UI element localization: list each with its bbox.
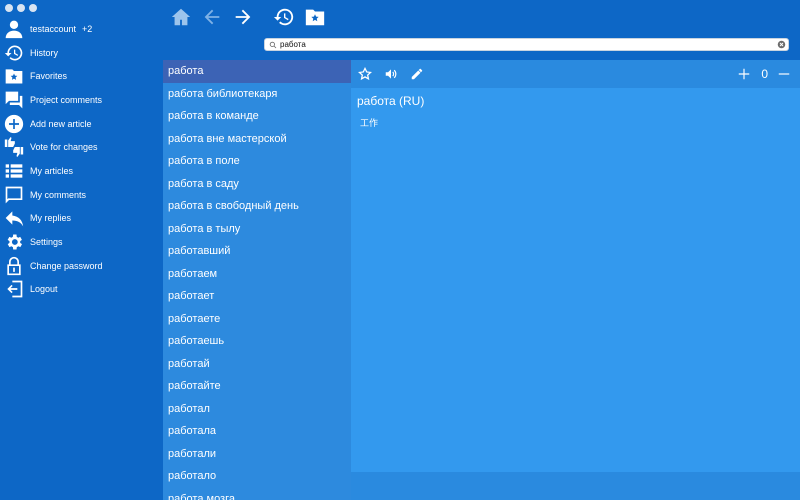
history-icon [4,43,24,63]
sidebar-item-account[interactable]: testaccount +2 [0,17,162,41]
sidebar-item-add-new-article[interactable]: Add new article [0,112,162,136]
star-folder-icon [4,66,24,86]
word-list-item[interactable]: работали [163,443,351,466]
article-detail: 0 работа (RU) 工作 [351,60,800,500]
word-list-item[interactable]: работа в поле [163,150,351,173]
sidebar-item-label: testaccount [30,23,77,34]
sidebar-item-vote-for-changes[interactable]: Vote for changes [0,135,162,159]
favorite-button[interactable] [356,65,374,83]
sidebar-item-label: My replies [30,213,72,224]
word-list-item[interactable]: работаете [163,308,351,331]
word-list-item[interactable]: работавший [163,240,351,263]
history-icon [273,8,294,26]
minus-icon [778,73,790,75]
user-icon [4,19,24,39]
sidebar-item-favorites[interactable]: Favorites [0,64,162,88]
word-list-item[interactable]: работаешь [163,330,351,353]
sidebar-item-label: Add new article [30,118,92,129]
word-list-item[interactable]: работайте [163,375,351,398]
word-list-item[interactable]: работа в свободный день [163,195,351,218]
article-footer-bar [351,472,800,500]
history-button[interactable] [272,5,296,29]
word-list-item[interactable]: работа библиотекаря [163,83,351,106]
forward-button[interactable] [231,5,255,29]
arrow-left-icon [204,9,220,25]
back-button[interactable] [200,5,224,29]
search-icon [267,39,279,50]
pencil-icon [411,68,423,80]
reply-icon [4,208,24,228]
plus-icon [738,68,750,80]
list-icon [4,161,24,181]
word-list-item[interactable]: работа в тылу [163,218,351,241]
comment-icon [4,185,24,205]
minimize-window-icon[interactable] [17,4,25,12]
sidebar-item-label: Settings [30,237,63,248]
clear-search-icon[interactable] [776,40,786,50]
sidebar-item-my-comments[interactable]: My comments [0,183,162,207]
sidebar-item-logout[interactable]: Logout [0,278,162,302]
search-input[interactable] [279,39,776,50]
word-list-item[interactable]: работа вне мастерской [163,128,351,151]
sidebar-item-my-articles[interactable]: My articles [0,159,162,183]
chat-bubbles-icon [4,90,24,110]
window-controls [5,4,37,12]
word-list: работа работа библиотекаря работа в команд… [163,60,351,500]
vote-up-button[interactable] [735,65,753,83]
word-list-item[interactable]: работай [163,353,351,376]
word-list-item[interactable]: работает [163,285,351,308]
word-list-item[interactable]: работа в саду [163,173,351,196]
edit-button[interactable] [408,65,426,83]
sidebar-item-label: History [30,47,59,58]
thumbs-icon [4,137,24,158]
article-title: работа (RU) [357,94,425,108]
sidebar-item-label: Favorites [30,71,68,82]
home-icon [171,8,191,26]
gear-icon [4,232,24,252]
sidebar-item-settings[interactable]: Settings [0,230,162,254]
article-translation: 工作 [360,118,379,128]
close-window-icon[interactable] [5,4,13,12]
word-list-item[interactable]: работа [163,60,351,83]
vote-count: 0 [761,67,768,81]
speaker-icon [385,69,397,79]
sidebar-item-change-password[interactable]: Change password [0,254,162,278]
sidebar: testaccount +2 History Favorites Project… [0,0,162,500]
word-list-item[interactable]: работал [163,398,351,421]
article-toolbar: 0 [351,60,800,88]
star-outline-icon [358,67,372,81]
lock-icon [4,256,24,276]
plus-circle-icon [4,114,24,134]
top-toolbar [162,0,800,36]
word-list-item[interactable]: работа в команде [163,105,351,128]
star-folder-icon [305,9,325,26]
sidebar-item-project-comments[interactable]: Project comments [0,88,162,112]
search-box [264,38,789,51]
sidebar-item-my-replies[interactable]: My replies [0,207,162,231]
zoom-window-icon[interactable] [29,4,37,12]
sidebar-item-label: My comments [30,189,87,200]
arrow-right-icon [235,9,251,25]
home-button[interactable] [169,5,193,29]
logout-icon [4,279,24,299]
sidebar-item-label: Project comments [30,94,103,105]
pronounce-button[interactable] [382,65,400,83]
sidebar-item-history[interactable]: History [0,41,162,65]
word-list-item[interactable]: работаем [163,263,351,286]
vote-down-button[interactable] [775,65,793,83]
word-list-item[interactable]: работало [163,465,351,488]
sidebar-item-label: Change password [30,260,103,271]
account-count-badge: +2 [82,23,93,34]
sidebar-item-label: My articles [30,165,74,176]
sidebar-item-label: Logout [30,284,58,295]
search-row [162,36,800,60]
word-list-item[interactable]: работа мозга [163,488,351,500]
favorites-button[interactable] [303,5,327,29]
sidebar-item-label: Vote for changes [30,142,98,153]
word-list-item[interactable]: работала [163,420,351,443]
